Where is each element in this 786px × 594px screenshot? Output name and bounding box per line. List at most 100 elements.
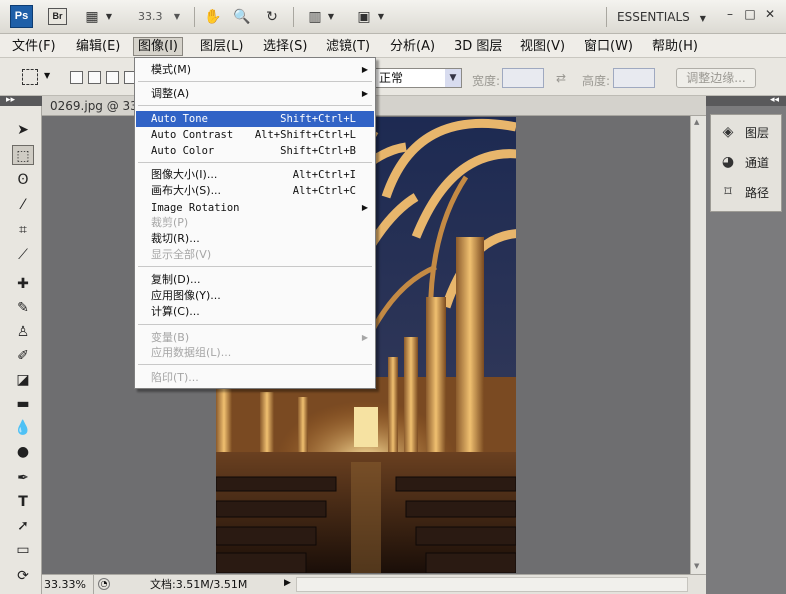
menu-item-image-rotation[interactable]: Image Rotation ▶	[136, 200, 374, 216]
eraser-tool-icon[interactable]: ◪	[12, 370, 34, 390]
refine-edge-button[interactable]: 调整边缘...	[676, 68, 756, 88]
shape-tool-icon[interactable]: ▭	[12, 540, 34, 560]
new-selection-icon[interactable]	[70, 71, 83, 84]
dodge-tool-icon[interactable]: ●	[12, 442, 34, 462]
pen-tool-icon[interactable]: ✒	[12, 468, 34, 488]
menu-item-canvas-size[interactable]: 画布大小(S)... Alt+Ctrl+C	[136, 183, 374, 199]
workspace-switcher[interactable]: ESSENTIALS ▼	[617, 8, 706, 28]
expand-icon[interactable]: ▸▸	[6, 95, 15, 105]
menu-item-label: 裁剪(P)	[151, 216, 189, 229]
menu-edit[interactable]: 编辑(E)	[72, 37, 124, 56]
lasso-tool-icon[interactable]: ʘ	[12, 170, 34, 190]
chevron-down-icon[interactable]: ▼	[326, 8, 336, 26]
menu-analysis[interactable]: 分析(A)	[386, 37, 439, 56]
chevron-down-icon: ▼	[445, 69, 461, 87]
gradient-tool-icon[interactable]: ▬	[12, 394, 34, 414]
brush-tool-icon[interactable]: ✎	[12, 298, 34, 318]
style-select[interactable]: 正常 ▼	[374, 68, 462, 88]
menu-item-label: 裁切(R)...	[151, 232, 200, 245]
menu-item-shortcut: Alt+Ctrl+C	[292, 185, 356, 197]
menu-bar: 文件(F) 编辑(E) 图像(I) 图层(L) 选择(S) 滤镜(T) 分析(A…	[0, 34, 786, 58]
blur-tool-icon[interactable]: 💧	[12, 418, 34, 438]
menu-item-image-size[interactable]: 图像大小(I)... Alt+Ctrl+I	[136, 167, 374, 183]
chevron-down-icon[interactable]: ▼	[44, 71, 50, 80]
menu-select[interactable]: 选择(S)	[259, 37, 311, 56]
bridge-button[interactable]: Br	[48, 8, 67, 25]
submenu-arrow-icon: ▶	[361, 333, 368, 342]
height-field[interactable]	[613, 68, 655, 88]
submenu-arrow-icon: ▶	[361, 89, 368, 98]
marquee-preset-icon[interactable]	[22, 69, 38, 85]
menu-item-apply-image[interactable]: 应用图像(Y)...	[136, 288, 374, 304]
workspace-label: ESSENTIALS	[617, 10, 690, 24]
screen-mode-icon[interactable]: ▦	[82, 8, 102, 26]
menu-item-auto-tone[interactable]: Auto Tone Shift+Ctrl+L	[136, 111, 374, 127]
status-menu-arrow-icon[interactable]: ▶	[284, 578, 291, 588]
stamp-tool-icon[interactable]: ♙	[12, 322, 34, 342]
swap-icon[interactable]: ⇄	[556, 71, 566, 85]
width-field[interactable]	[502, 68, 544, 88]
add-to-selection-icon[interactable]	[88, 71, 101, 84]
hand-tool-icon[interactable]: ✋	[203, 8, 223, 26]
menu-3d[interactable]: 3D 图层	[450, 37, 506, 56]
status-bar: 33.33% ◔ 文档:3.51M/3.51M ▶	[42, 574, 706, 594]
zoom-tool-icon[interactable]: 🔍	[232, 8, 252, 26]
photoshop-logo: Ps	[10, 5, 33, 28]
3d-rotate-icon[interactable]: ⟳	[12, 566, 34, 586]
menu-item-auto-contrast[interactable]: Auto Contrast Alt+Shift+Ctrl+L	[136, 127, 374, 143]
marquee-tool-icon[interactable]: ⬚	[12, 145, 34, 165]
panel-dock: ◈ 图层 ◕ 通道 ⌑ 路径	[706, 106, 786, 594]
menu-item-calculations[interactable]: 计算(C)...	[136, 304, 374, 320]
close-button[interactable]: ✕	[762, 6, 778, 22]
menu-item-label: 应用数据组(L)...	[151, 346, 232, 359]
menu-item-shortcut: Alt+Shift+Ctrl+L	[254, 129, 356, 141]
panel-paths[interactable]: ⌑ 路径	[715, 179, 781, 205]
menu-item-label: 模式(M)	[151, 63, 192, 76]
menu-separator	[138, 364, 372, 365]
menu-item-label: Auto Tone	[151, 113, 208, 125]
menu-view[interactable]: 视图(V)	[516, 37, 569, 56]
crop-tool-icon[interactable]: ⌗	[12, 220, 34, 240]
arrange-documents-icon[interactable]: ▥	[305, 8, 325, 26]
panel-channels-label: 通道	[745, 156, 770, 170]
width-label: 宽度:	[472, 74, 501, 88]
status-info-icon[interactable]: ◔	[98, 578, 110, 590]
panel-channels[interactable]: ◕ 通道	[715, 149, 781, 175]
collapse-icon[interactable]: ◂◂	[770, 95, 779, 105]
eyedropper-icon[interactable]: ⟋	[12, 245, 34, 265]
scroll-up-icon[interactable]: ▲	[694, 118, 699, 126]
menu-help[interactable]: 帮助(H)	[648, 37, 702, 56]
menu-item-mode[interactable]: 模式(M) ▶	[136, 62, 374, 78]
menu-layer[interactable]: 图层(L)	[196, 37, 247, 56]
menu-item-duplicate[interactable]: 复制(D)...	[136, 272, 374, 288]
rotate-view-icon[interactable]: ↻	[262, 8, 282, 26]
minimize-button[interactable]: –	[722, 6, 738, 22]
menu-window[interactable]: 窗口(W)	[580, 37, 637, 56]
path-selection-icon[interactable]: ➚	[12, 516, 34, 536]
menu-image[interactable]: 图像(I)	[133, 37, 183, 56]
menu-filter[interactable]: 滤镜(T)	[322, 37, 374, 56]
zoom-status-field[interactable]: 33.33%	[42, 575, 94, 594]
maximize-button[interactable]: □	[742, 6, 758, 22]
document-tab[interactable]: 0269.jpg @ 33	[50, 99, 138, 113]
menu-file[interactable]: 文件(F)	[8, 37, 60, 56]
zoom-level-combo[interactable]: 33.3 ▼	[138, 8, 182, 26]
screen-mode-icon[interactable]: ▣	[354, 8, 374, 26]
menu-item-label: 应用图像(Y)...	[151, 289, 221, 302]
type-tool-icon[interactable]: T	[12, 492, 34, 512]
subtract-selection-icon[interactable]	[106, 71, 119, 84]
move-tool-icon[interactable]: ➤	[12, 120, 34, 140]
history-brush-icon[interactable]: ✐	[12, 346, 34, 366]
menu-item-trim[interactable]: 裁切(R)...	[136, 231, 374, 247]
vertical-scrollbar[interactable]: ▲ ▼	[690, 116, 706, 574]
healing-brush-icon[interactable]: ✚	[12, 274, 34, 294]
panel-layers[interactable]: ◈ 图层	[715, 119, 781, 145]
scroll-down-icon[interactable]: ▼	[694, 562, 699, 570]
chevron-down-icon[interactable]: ▼	[376, 8, 386, 26]
image-menu-dropdown: 模式(M) ▶ 调整(A) ▶ Auto Tone Shift+Ctrl+L Auto…	[134, 57, 376, 389]
menu-item-adjustments[interactable]: 调整(A) ▶	[136, 86, 374, 102]
horizontal-scrollbar[interactable]	[296, 577, 688, 592]
chevron-down-icon[interactable]: ▼	[104, 8, 114, 26]
magic-wand-icon[interactable]: ⁄	[12, 195, 34, 215]
menu-item-auto-color[interactable]: Auto Color Shift+Ctrl+B	[136, 143, 374, 159]
